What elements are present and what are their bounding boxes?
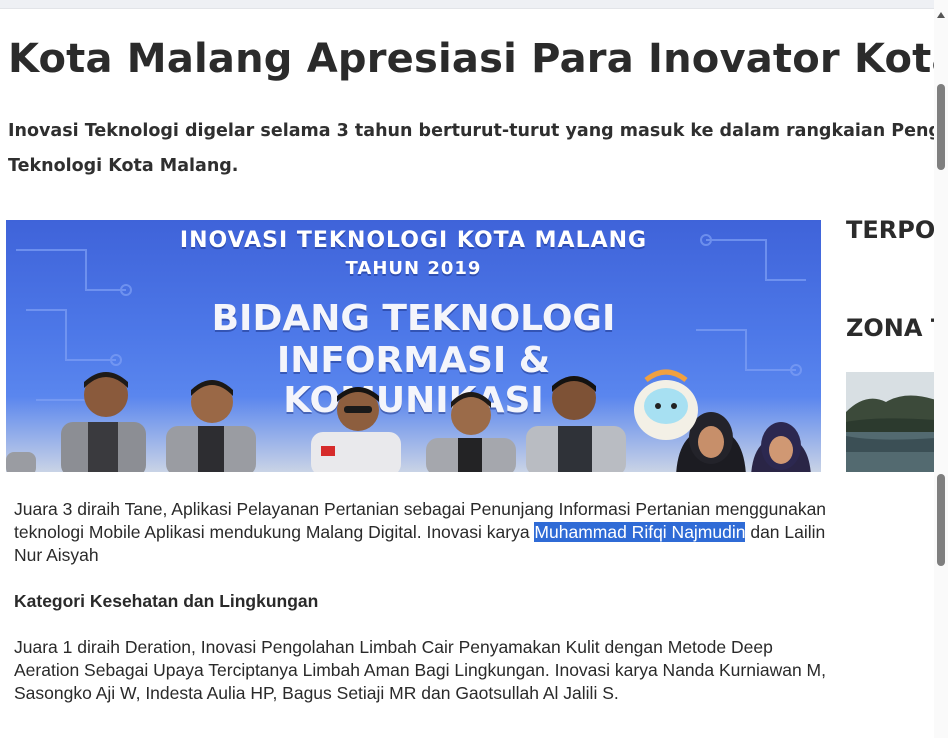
award-winners-group-photo (6, 369, 811, 472)
vertical-scrollbar[interactable] (934, 0, 948, 738)
page-viewport: Kota Malang Apresiasi Para Inovator Kota… (0, 0, 934, 738)
lede-line-2: Teknologi Kota Malang. (8, 156, 239, 176)
article-title: Kota Malang Apresiasi Para Inovator Kota… (8, 36, 934, 82)
person-2 (166, 380, 256, 472)
person-1 (61, 372, 146, 472)
scroll-up-arrow-icon[interactable] (937, 12, 945, 18)
article-lede: Inovasi Teknologi digelar selama 3 tahun… (8, 114, 934, 184)
article-body: Juara 3 diraih Tane, Aplikasi Pelayanan … (14, 498, 834, 728)
banner-line-1: INOVASI TEKNOLOGI KOTA MALANG (179, 228, 648, 253)
paragraph-juara-3: Juara 3 diraih Tane, Aplikasi Pelayanan … (14, 498, 834, 567)
mascot-graphic (634, 369, 698, 440)
paragraph-juara-1: Juara 1 diraih Deration, Inovasi Pengola… (14, 637, 826, 703)
person-4 (426, 392, 516, 472)
banner-line-2: TAHUN 2019 (345, 258, 482, 279)
lede-line-1: Inovasi Teknologi digelar selama 3 tahun… (8, 121, 934, 141)
article-hero-image: INOVASI TEKNOLOGI KOTA MALANG TAHUN 2019… (6, 220, 821, 472)
inner-scrollbar-thumb[interactable] (937, 474, 945, 566)
sidebar-heading-zona: ZONA TOP (846, 314, 934, 342)
sidebar-heading-popular: TERPOPULER (846, 216, 934, 244)
person-7 (751, 422, 811, 472)
selected-text-highlight[interactable]: Muhammad Rifqi Najmudin (534, 522, 746, 542)
sidebar-thumbnail-lake[interactable] (846, 372, 934, 472)
scrollbar-thumb[interactable] (937, 84, 945, 170)
person-3 (311, 387, 401, 472)
person-edge (6, 452, 36, 472)
banner-line-3: BIDANG TEKNOLOGI (211, 298, 616, 339)
section-subheading: Kategori Kesehatan dan Lingkungan (14, 591, 319, 611)
person-5 (526, 376, 626, 472)
